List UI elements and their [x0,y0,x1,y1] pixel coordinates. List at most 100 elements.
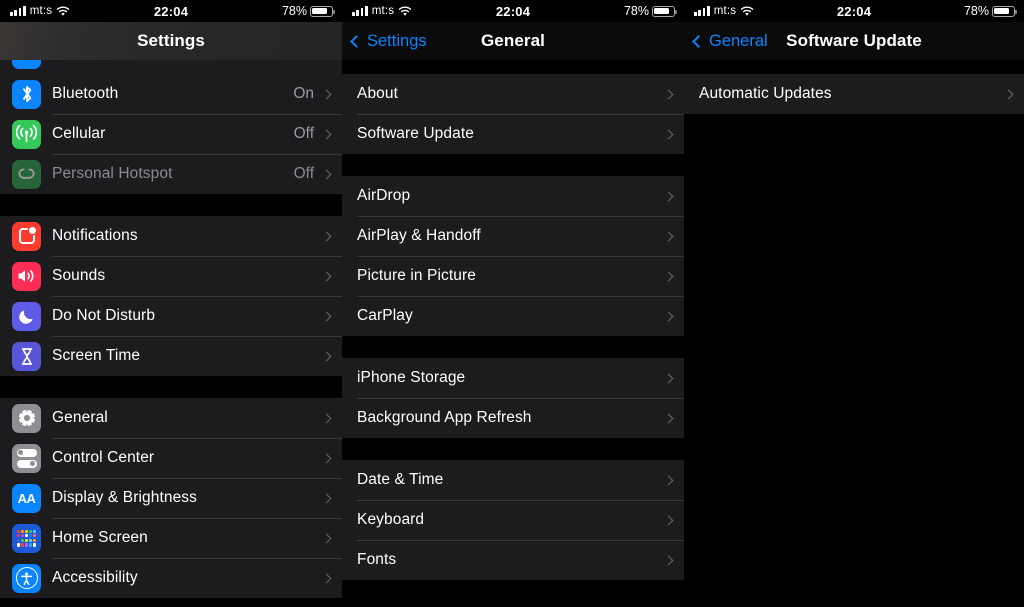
back-button-settings[interactable]: Settings [350,22,427,60]
list-item-iphone-storage[interactable]: iPhone Storage [342,358,684,398]
list-item-do-not-disturb[interactable]: Do Not Disturb [0,296,342,336]
nav-bar-panel2: Settings General [342,22,684,60]
list-item-cellular[interactable]: Cellular Off [0,114,342,154]
list-group: Wi-Fi BluetoothOnCellularOffPersonal Hots… [0,60,342,194]
list-group: About Software Update [342,74,684,154]
page-title-general: General [480,31,545,50]
list-item-label: Software Update [357,125,474,142]
list-item-software-update[interactable]: Software Update [342,114,684,154]
list-item-label: General [52,409,108,426]
list-item-airdrop[interactable]: AirDrop [342,176,684,216]
status-bar-panel2: mt:s 22:04 78% [342,0,684,22]
list-item-label: Wi-Fi [52,60,323,63]
chevron-right-icon [663,311,674,321]
list-group: Notifications Sounds Do Not Disturb Screen … [0,216,342,376]
do-not-disturb-icon [12,301,41,331]
list-item-display-brightness[interactable]: AA Display & Brightness [0,478,342,518]
chevron-right-icon [663,231,674,241]
chevron-right-icon [321,89,332,99]
battery-percent-label: 78% [963,4,989,18]
list-group: Date & Time Keyboard Fonts [342,460,684,580]
battery-icon [652,5,678,17]
list-item-control-center[interactable]: Control Center [0,438,342,478]
battery-percent-label: 78% [281,4,307,18]
list-item-accessibility[interactable]: Accessibility [0,558,342,598]
back-button-label: Settings [367,31,427,50]
list-item-label: iPhone Storage [357,369,466,386]
chevron-right-icon [321,169,332,179]
list-item-fonts[interactable]: Fonts [342,540,684,580]
list-item-screen-time[interactable]: Screen Time [0,336,342,376]
bluetooth-icon [12,79,41,109]
chevron-right-icon [1003,89,1014,99]
list-item-value: Off [293,165,314,182]
list-item-wi-fi[interactable]: Wi-Fi [0,60,342,74]
chevron-right-icon [321,351,332,361]
list-item-label: Date & Time [357,471,444,488]
list-item-label: Control Center [52,449,155,466]
list-item-value: On [293,85,314,102]
list-item-bluetooth[interactable]: Bluetooth On [0,74,342,114]
three-panel-ios-settings-screenshot: mt:s 22:04 78% Settings Wi-Fi Bluetooth On… [0,0,1024,607]
list-item-label: Background App Refresh [357,409,532,426]
status-bar-right: 78% [281,4,336,18]
list-item-sounds[interactable]: Sounds [0,256,342,296]
list-item-carplay[interactable]: CarPlay [342,296,684,336]
nav-bar-panel1: Settings [0,22,342,60]
general-list: About Software Update AirDrop AirPlay & Han… [342,60,684,580]
list-item-label: Home Screen [52,529,148,546]
group-gap [684,60,1024,74]
chevron-right-icon [321,271,332,281]
list-item-label: Notifications [52,227,138,244]
chevron-right-icon [321,453,332,463]
status-bar-right: 78% [624,4,678,18]
screen-time-icon [12,341,41,371]
list-item-about[interactable]: About [342,74,684,114]
wifi-icon [12,60,41,69]
group-gap [342,60,684,74]
chevron-right-icon [321,231,332,241]
list-item-picture-in-picture[interactable]: Picture in Picture [342,256,684,296]
list-item-keyboard[interactable]: Keyboard [342,500,684,540]
chevron-right-icon [663,413,674,423]
list-item-label: About [357,85,399,102]
panel-general: mt:s 22:04 78% Settings General About Sof… [342,0,684,607]
list-group: General Control Center AA Display & Brightn… [0,398,342,598]
notifications-icon [12,221,41,251]
list-item-personal-hotspot[interactable]: Personal Hotspot Off [0,154,342,194]
panel-settings-root: mt:s 22:04 78% Settings Wi-Fi Bluetooth On… [0,0,342,607]
back-button-label: General [709,31,768,50]
list-item-label: Display & Brightness [52,489,198,506]
list-item-airplay-handoff[interactable]: AirPlay & Handoff [342,216,684,256]
list-item-value: Off [293,125,314,142]
group-gap [342,336,684,358]
control-center-icon [12,443,41,473]
list-item-label: CarPlay [357,307,413,324]
list-item-automatic-updates[interactable]: Automatic Updates [684,74,1024,114]
back-button-general[interactable]: General [692,22,768,60]
gear-icon [12,403,41,433]
group-gap [0,194,342,216]
display-brightness-icon: AA [12,483,41,513]
chevron-right-icon [321,493,332,503]
chevron-right-icon [321,573,332,583]
nav-bar-panel3: General Software Update [684,22,1024,60]
chevron-right-icon [663,373,674,383]
status-bar-right: 78% [963,4,1018,18]
accessibility-icon [12,563,41,593]
list-item-notifications[interactable]: Notifications [0,216,342,256]
list-item-label: Picture in Picture [357,267,476,284]
chevron-right-icon [321,413,332,423]
group-gap [0,376,342,398]
settings-list: Wi-Fi BluetoothOnCellularOffPersonal Hots… [0,60,342,598]
list-item-general[interactable]: General [0,398,342,438]
group-gap [342,154,684,176]
list-item-clipped-wi-fi[interactable]: Wi-Fi [0,60,342,74]
chevron-right-icon [663,129,674,139]
chevron-left-icon [350,34,363,48]
list-item-label: Do Not Disturb [52,307,156,324]
list-item-home-screen[interactable]: Home Screen [0,518,342,558]
list-item-background-app-refresh[interactable]: Background App Refresh [342,398,684,438]
chevron-right-icon [663,191,674,201]
list-item-date-time[interactable]: Date & Time [342,460,684,500]
